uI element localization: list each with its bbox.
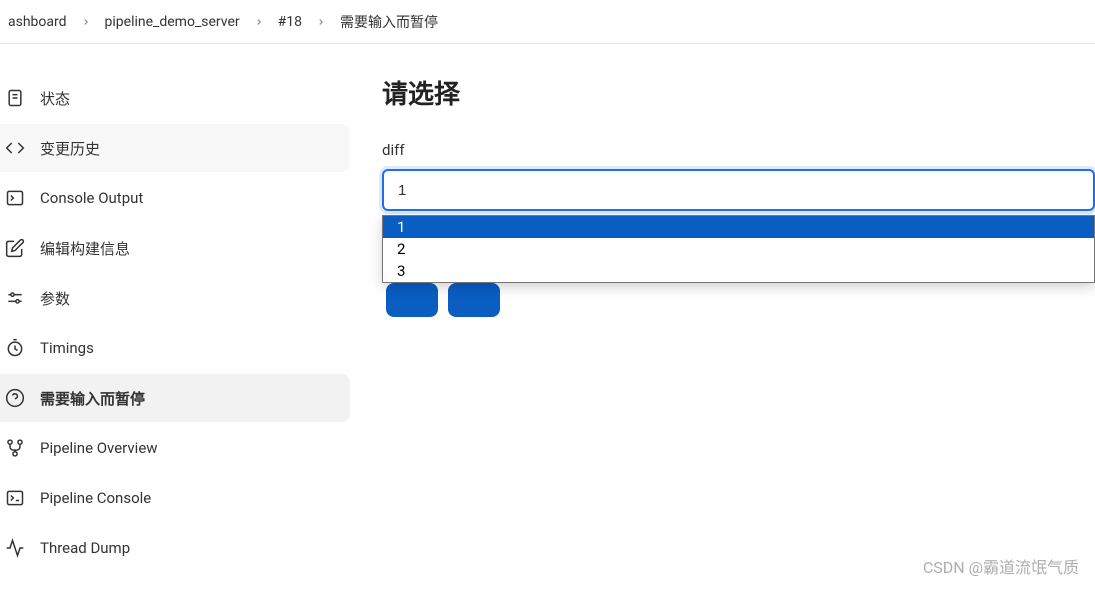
chevron-right-icon bbox=[248, 17, 270, 27]
chevron-right-icon bbox=[75, 17, 97, 27]
dropdown-option[interactable]: 3 bbox=[383, 260, 1094, 282]
branch-icon bbox=[4, 437, 26, 459]
sidebar-item-label: Pipeline Overview bbox=[40, 439, 158, 457]
sidebar-item-label: Pipeline Console bbox=[40, 489, 151, 507]
chevron-right-icon bbox=[310, 17, 332, 27]
sidebar-item-thread-dump[interactable]: Thread Dump bbox=[0, 524, 350, 572]
action-buttons bbox=[386, 283, 500, 317]
sliders-icon bbox=[4, 287, 26, 309]
breadcrumb: ashboard pipeline_demo_server #18 需要输入而暂… bbox=[0, 0, 1095, 44]
activity-icon bbox=[4, 537, 26, 559]
sidebar-item-timings[interactable]: Timings bbox=[0, 324, 350, 372]
main-content: 请选择 diff 1 2 3 bbox=[378, 44, 1095, 590]
dropdown-option[interactable]: 1 bbox=[383, 216, 1094, 238]
diff-select-dropdown: 1 2 3 bbox=[382, 215, 1095, 283]
sidebar-item-paused-for-input[interactable]: 需要输入而暂停 bbox=[0, 374, 350, 422]
sidebar-item-label: 参数 bbox=[40, 288, 70, 309]
code-icon bbox=[4, 137, 26, 159]
sidebar-item-changes[interactable]: 变更历史 bbox=[0, 124, 350, 172]
breadcrumb-item-job[interactable]: pipeline_demo_server bbox=[97, 10, 248, 34]
sidebar-item-label: Thread Dump bbox=[40, 539, 130, 557]
console-icon bbox=[4, 487, 26, 509]
breadcrumb-item-page[interactable]: 需要输入而暂停 bbox=[332, 8, 446, 36]
sidebar-item-status[interactable]: 状态 bbox=[0, 74, 350, 122]
form-field-label: diff bbox=[382, 141, 1095, 159]
edit-icon bbox=[4, 237, 26, 259]
primary-button[interactable] bbox=[386, 283, 438, 317]
sidebar-item-pipeline-overview[interactable]: Pipeline Overview bbox=[0, 424, 350, 472]
sidebar-item-parameters[interactable]: 参数 bbox=[0, 274, 350, 322]
sidebar-item-label: 需要输入而暂停 bbox=[40, 388, 145, 409]
sidebar-item-label: Console Output bbox=[40, 189, 143, 207]
sidebar-item-label: 状态 bbox=[40, 88, 70, 109]
terminal-icon bbox=[4, 187, 26, 209]
sidebar-item-label: 变更历史 bbox=[40, 138, 100, 159]
clock-icon bbox=[4, 337, 26, 359]
sidebar: 状态 变更历史 Console Output 编辑构建信息 参数 bbox=[0, 44, 378, 590]
page-title: 请选择 bbox=[382, 74, 1095, 111]
help-icon bbox=[4, 387, 26, 409]
file-icon bbox=[4, 87, 26, 109]
sidebar-item-pipeline-console[interactable]: Pipeline Console bbox=[0, 474, 350, 522]
breadcrumb-item-build[interactable]: #18 bbox=[270, 10, 310, 34]
sidebar-item-console-output[interactable]: Console Output bbox=[0, 174, 350, 222]
diff-select-input[interactable] bbox=[382, 169, 1095, 211]
dropdown-option[interactable]: 2 bbox=[383, 238, 1094, 260]
sidebar-item-label: Timings bbox=[40, 339, 94, 357]
sidebar-item-label: 编辑构建信息 bbox=[40, 238, 130, 259]
sidebar-item-edit-build-info[interactable]: 编辑构建信息 bbox=[0, 224, 350, 272]
breadcrumb-item-dashboard[interactable]: ashboard bbox=[0, 10, 75, 34]
secondary-button[interactable] bbox=[448, 283, 500, 317]
